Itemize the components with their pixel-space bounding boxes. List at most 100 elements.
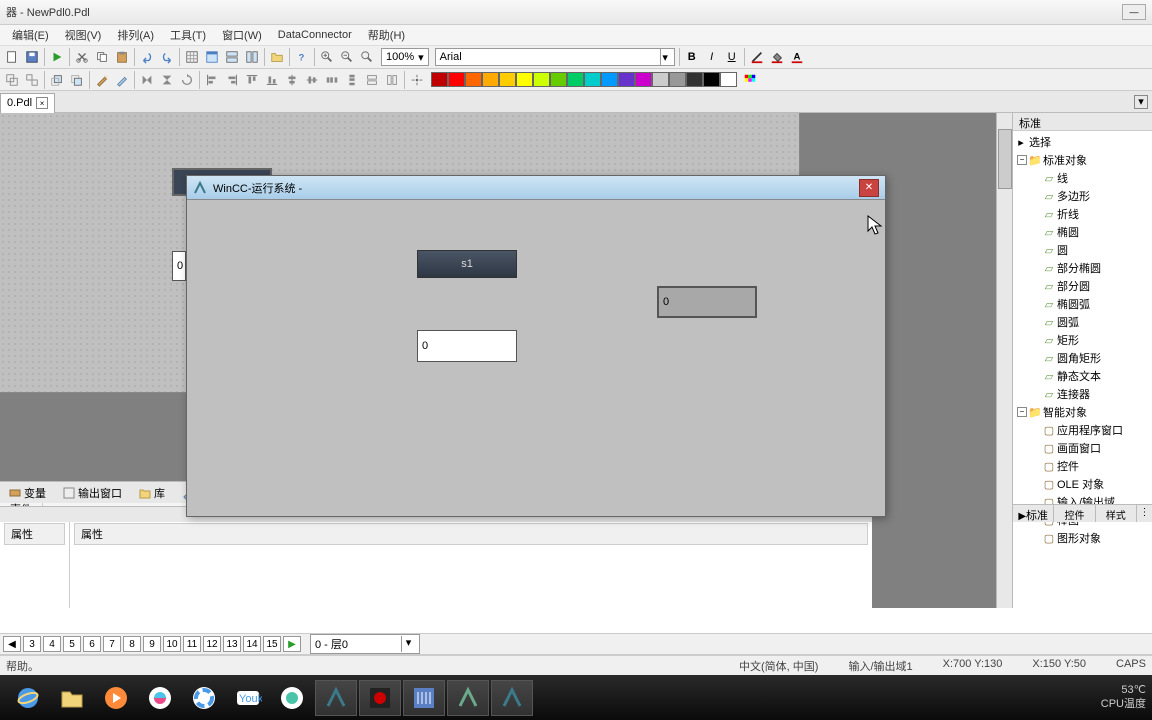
color-picker-icon[interactable] — [741, 71, 759, 89]
btab-tags[interactable]: 变量 — [4, 483, 50, 503]
cut-icon[interactable] — [73, 48, 91, 66]
color-swatch[interactable] — [635, 72, 652, 87]
new-icon[interactable] — [3, 48, 21, 66]
tree-shape-item[interactable]: ▱折线 — [1015, 205, 1150, 223]
color-swatch[interactable] — [720, 72, 737, 87]
undo-icon[interactable] — [138, 48, 156, 66]
same-height-icon[interactable] — [383, 71, 401, 89]
layer-button[interactable]: 15 — [263, 636, 281, 652]
color-swatch[interactable] — [499, 72, 516, 87]
menu-tools[interactable]: 工具(T) — [162, 25, 214, 45]
tree-shape-item[interactable]: ▱圆弧 — [1015, 313, 1150, 331]
ungroup-icon[interactable] — [23, 71, 41, 89]
tree-shape-item[interactable]: ▱多边形 — [1015, 187, 1150, 205]
taskbar-app2[interactable] — [183, 680, 225, 716]
color-swatch[interactable] — [652, 72, 669, 87]
layer-combo[interactable]: 0 - 层0▾ — [310, 634, 420, 654]
vertical-scrollbar[interactable] — [996, 113, 1012, 608]
color-swatch[interactable] — [669, 72, 686, 87]
canvas-io-field[interactable]: 0 — [172, 251, 186, 281]
window-icon[interactable] — [203, 48, 221, 66]
tree-shape-item[interactable]: ▱椭圆 — [1015, 223, 1150, 241]
tree-shape-item[interactable]: ▱部分椭圆 — [1015, 259, 1150, 277]
scroll-thumb[interactable] — [998, 129, 1012, 189]
tree-shape-item[interactable]: ▱连接器 — [1015, 385, 1150, 403]
palette-tab-style[interactable]: 样式 — [1095, 505, 1136, 522]
flip-h-icon[interactable] — [138, 71, 156, 89]
bold-icon[interactable]: B — [683, 48, 701, 66]
tree-smart-item[interactable]: ▢画面窗口 — [1015, 439, 1150, 457]
color-swatch[interactable] — [703, 72, 720, 87]
tree-shape-item[interactable]: ▱静态文本 — [1015, 367, 1150, 385]
palette-tab-ctrl[interactable]: 控件 — [1053, 505, 1094, 522]
palette-tab-more[interactable]: ⋮ — [1136, 505, 1152, 522]
tree-shape-item[interactable]: ▱圆角矩形 — [1015, 349, 1150, 367]
minimize-button[interactable]: — — [1122, 4, 1146, 20]
expand-icon[interactable]: − — [1017, 407, 1027, 417]
underline-icon[interactable]: U — [723, 48, 741, 66]
wand2-icon[interactable] — [113, 71, 131, 89]
layer-button[interactable]: 8 — [123, 636, 141, 652]
color-swatch[interactable] — [482, 72, 499, 87]
menu-view[interactable]: 视图(V) — [57, 25, 110, 45]
tab-dropdown-icon[interactable]: ▾ — [1134, 95, 1148, 109]
taskbar-youku[interactable]: Youku — [227, 680, 269, 716]
taskbar-wincc-rt[interactable] — [447, 680, 489, 716]
menu-help[interactable]: 帮助(H) — [360, 25, 413, 45]
tile-v-icon[interactable] — [243, 48, 261, 66]
layer-button[interactable]: 6 — [83, 636, 101, 652]
font-color-icon[interactable]: A — [788, 48, 806, 66]
prop-item[interactable]: 画 — [4, 605, 65, 608]
same-width-icon[interactable] — [363, 71, 381, 89]
tree-shape-item[interactable]: ▱圆 — [1015, 241, 1150, 259]
copy-icon[interactable] — [93, 48, 111, 66]
align-bottom-icon[interactable] — [263, 71, 281, 89]
taskbar-app4[interactable] — [403, 680, 445, 716]
tree-smart-objects[interactable]: −📁智能对象 — [1015, 403, 1150, 421]
save-icon[interactable] — [23, 48, 41, 66]
paste-icon[interactable] — [113, 48, 131, 66]
system-tray[interactable]: 53℃CPU温度 — [1101, 684, 1146, 710]
document-tab[interactable]: 0.Pdl × — [0, 93, 55, 113]
redo-icon[interactable] — [158, 48, 176, 66]
menu-dataconnector[interactable]: DataConnector — [270, 27, 360, 43]
btab-library[interactable]: 库 — [134, 483, 169, 503]
tree-shape-item[interactable]: ▱线 — [1015, 169, 1150, 187]
color-swatch[interactable] — [550, 72, 567, 87]
taskbar-explorer[interactable] — [51, 680, 93, 716]
taskbar-recorder[interactable] — [359, 680, 401, 716]
layer-button[interactable]: 3 — [23, 636, 41, 652]
taskbar-media[interactable] — [95, 680, 137, 716]
layer-button[interactable]: 13 — [223, 636, 241, 652]
color-swatch[interactable] — [686, 72, 703, 87]
palette-tab-std[interactable]: ▶标准 — [1012, 505, 1053, 522]
taskbar-wincc-2[interactable] — [491, 680, 533, 716]
layer-button[interactable]: 10 — [163, 636, 181, 652]
zoom-fit-icon[interactable] — [358, 48, 376, 66]
layer-button[interactable]: 11 — [183, 636, 201, 652]
expand-icon[interactable]: − — [1017, 155, 1027, 165]
flip-v-icon[interactable] — [158, 71, 176, 89]
tree-select[interactable]: ▸选择 — [1015, 133, 1150, 151]
layer-button[interactable]: 5 — [63, 636, 81, 652]
tree-smart-item[interactable]: ▢应用程序窗口 — [1015, 421, 1150, 439]
wand-icon[interactable] — [93, 71, 111, 89]
folder-icon[interactable] — [268, 48, 286, 66]
menu-edit[interactable]: 编辑(E) — [4, 25, 57, 45]
runtime-titlebar[interactable]: WinCC-运行系统 - ✕ — [187, 176, 885, 200]
tree-smart-item[interactable]: ▢OLE 对象 — [1015, 475, 1150, 493]
fill-color-icon[interactable] — [768, 48, 786, 66]
layer-button[interactable]: 4 — [43, 636, 61, 652]
align-right-icon[interactable] — [223, 71, 241, 89]
distribute-v-icon[interactable] — [343, 71, 361, 89]
layer-button[interactable]: 7 — [103, 636, 121, 652]
group-icon[interactable] — [3, 71, 21, 89]
layer-button[interactable]: 14 — [243, 636, 261, 652]
tree-shape-item[interactable]: ▱椭圆弧 — [1015, 295, 1150, 313]
send-back-icon[interactable] — [68, 71, 86, 89]
italic-icon[interactable]: I — [703, 48, 721, 66]
zoom-out-icon[interactable] — [338, 48, 356, 66]
run-icon[interactable] — [48, 48, 66, 66]
tree-std-objects[interactable]: −📁标准对象 — [1015, 151, 1150, 169]
menu-window[interactable]: 窗口(W) — [214, 25, 270, 45]
